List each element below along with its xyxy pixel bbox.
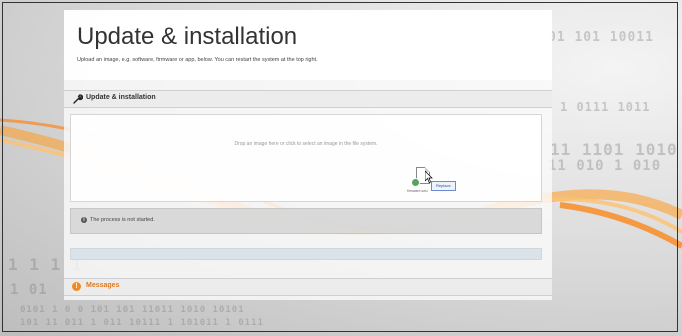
messages-section-header[interactable]: ! Messages — [64, 278, 552, 296]
dropzone-hint: Drop an image here or click to select an… — [234, 141, 378, 147]
info-icon: i — [81, 217, 87, 223]
warning-icon: ! — [72, 282, 81, 291]
wrench-icon — [73, 94, 83, 104]
process-status-text: The process is not started. — [90, 217, 155, 223]
page-title: Update & installation — [77, 23, 298, 50]
messages-section-label: Messages — [86, 282, 120, 289]
file-add-badge-icon — [411, 178, 420, 187]
process-status-bar: i The process is not started. — [70, 208, 542, 234]
update-installation-section-header[interactable]: Update & installation — [64, 90, 552, 108]
image-dropzone[interactable]: Drop an image here or click to select an… — [70, 114, 542, 202]
drop-action-tooltip: Replace — [431, 181, 456, 191]
page-subtitle: Upload an image, e.g. software, firmware… — [77, 57, 318, 63]
update-installation-section-label: Update & installation — [86, 94, 156, 101]
progress-bar — [70, 248, 542, 260]
dragged-file-name: firmware.swu — [407, 189, 428, 193]
